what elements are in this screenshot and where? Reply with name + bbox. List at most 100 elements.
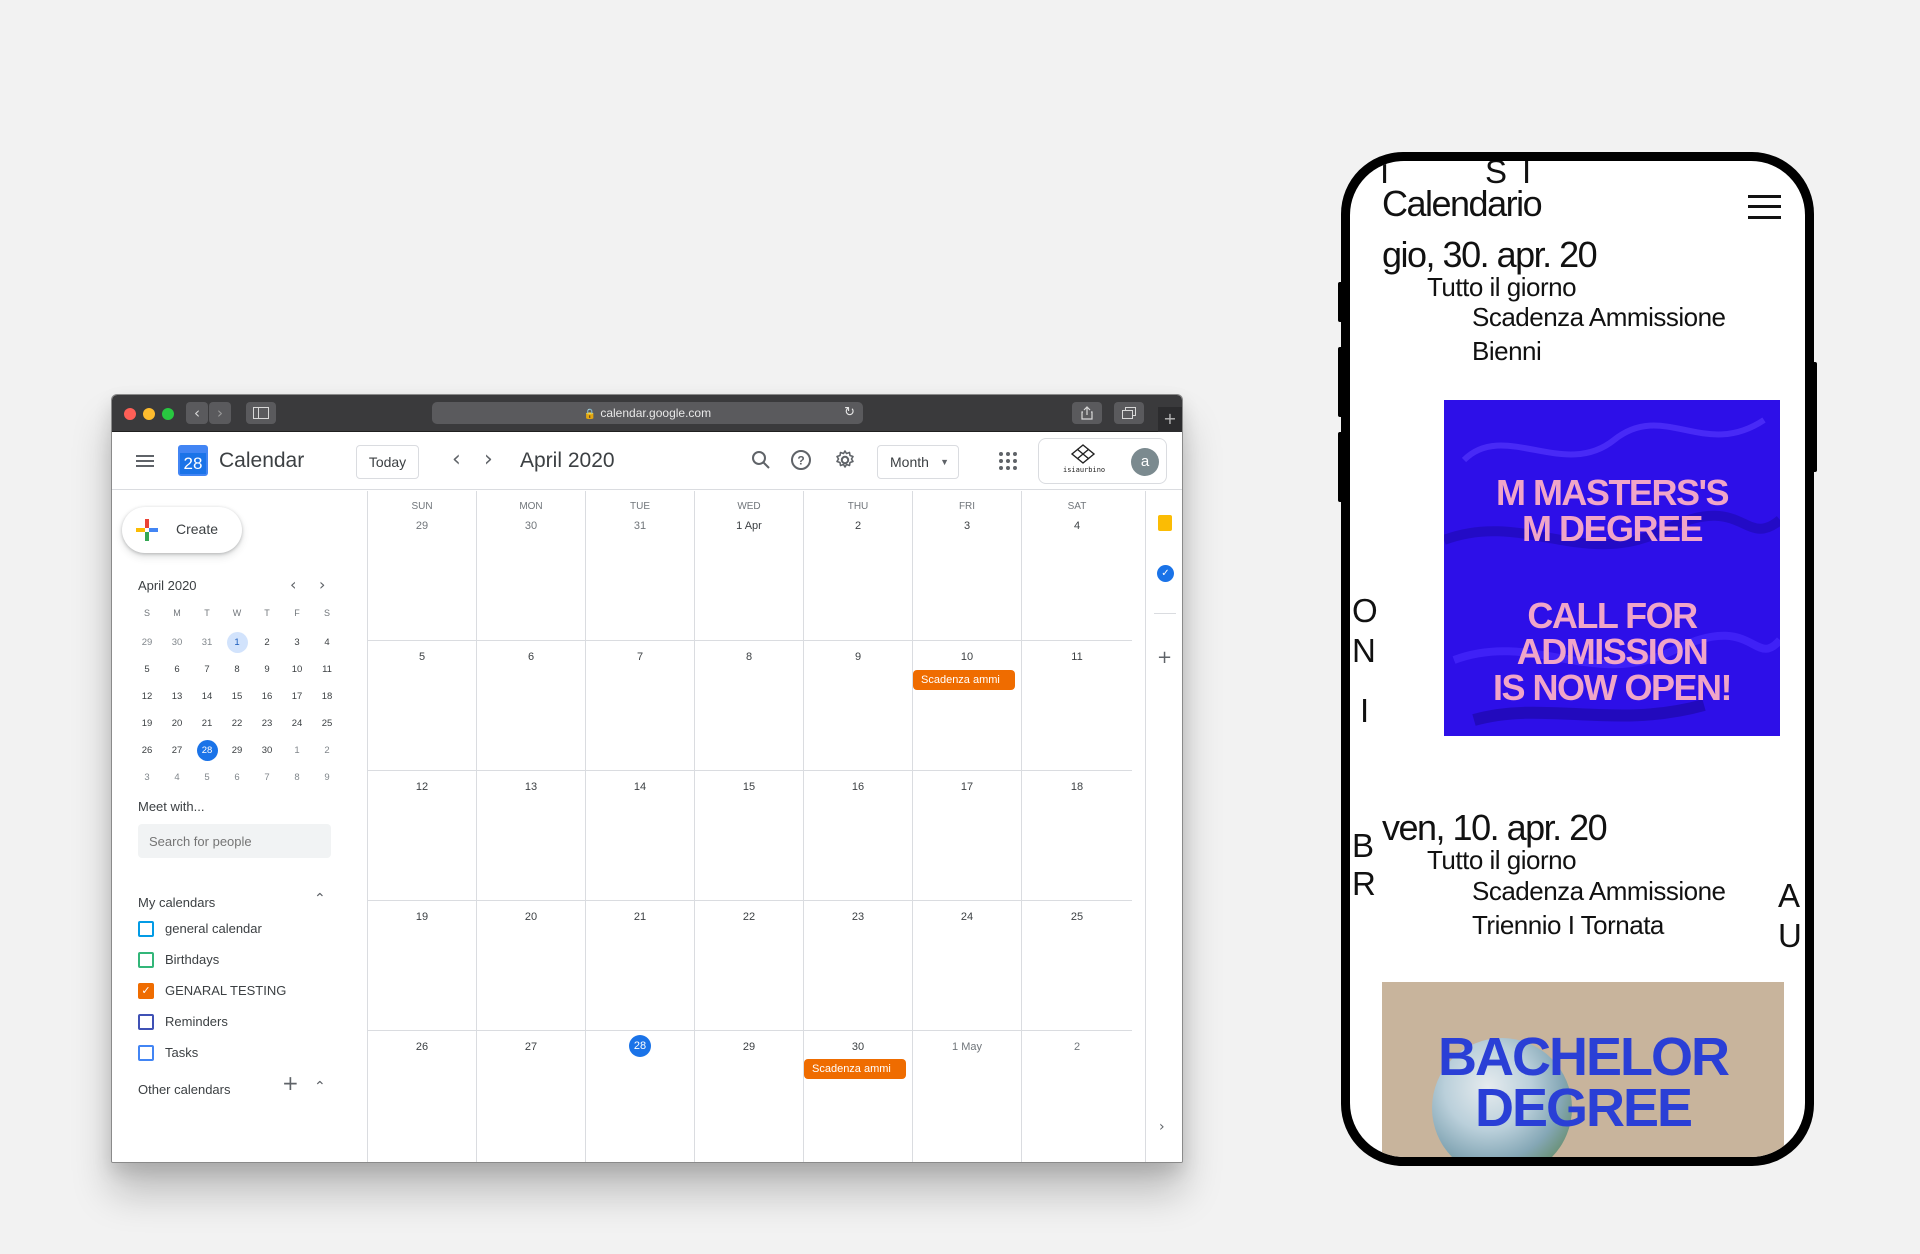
checkbox-unchecked[interactable] — [138, 1014, 154, 1030]
account-switcher[interactable]: isiaurbino a — [1038, 438, 1167, 484]
mini-day[interactable]: 27 — [162, 737, 192, 764]
mini-day-today[interactable]: 28 — [192, 737, 222, 764]
day-number[interactable]: 31 — [586, 520, 694, 532]
close-window-button[interactable] — [124, 408, 136, 420]
day-number[interactable]: 8 — [695, 651, 803, 663]
day-number[interactable]: 17 — [913, 781, 1021, 793]
day-cell[interactable]: 14 — [586, 771, 695, 901]
mini-day[interactable]: 18 — [312, 683, 342, 710]
day-number[interactable]: 2 — [804, 520, 912, 532]
create-button[interactable]: Create — [122, 507, 242, 553]
mini-day[interactable]: 15 — [222, 683, 252, 710]
day-cell[interactable]: 9 — [804, 641, 913, 771]
tabs-overview-button[interactable] — [1114, 402, 1144, 424]
mini-day[interactable]: 14 — [192, 683, 222, 710]
day-cell[interactable]: 15 — [695, 771, 804, 901]
mini-day[interactable]: 2 — [252, 629, 282, 656]
today-button[interactable]: Today — [356, 445, 419, 479]
day-number[interactable]: 27 — [477, 1041, 585, 1053]
day-cell[interactable]: MON 30 — [477, 491, 586, 641]
mini-day[interactable]: 24 — [282, 710, 312, 737]
mini-day[interactable]: 1 — [282, 737, 312, 764]
day-cell[interactable]: FRI 3 — [913, 491, 1022, 641]
address-bar[interactable]: 🔒 calendar.google.com ↻ — [432, 402, 863, 424]
previous-month-button[interactable]: ‹ — [452, 448, 461, 472]
minimize-window-button[interactable] — [143, 408, 155, 420]
day-cell[interactable]: 2 — [1022, 1031, 1132, 1162]
mini-day-selected[interactable]: 1 — [222, 629, 252, 656]
mini-day[interactable]: 8 — [222, 656, 252, 683]
mini-day[interactable]: 29 — [132, 629, 162, 656]
day-number[interactable]: 7 — [586, 651, 694, 663]
day-cell[interactable]: 26 — [368, 1031, 477, 1162]
day-cell[interactable]: SUN 29 — [368, 491, 477, 641]
day-number-today[interactable]: 28 — [586, 1035, 694, 1057]
mini-day[interactable]: 26 — [132, 737, 162, 764]
mini-day[interactable]: 17 — [282, 683, 312, 710]
day-cell[interactable]: 11 — [1022, 641, 1132, 771]
day-cell[interactable]: 5 — [368, 641, 477, 771]
day-number[interactable]: 13 — [477, 781, 585, 793]
day-number[interactable]: 23 — [804, 911, 912, 923]
mini-day[interactable]: 3 — [282, 629, 312, 656]
help-button[interactable]: ? — [789, 448, 813, 472]
mini-day[interactable]: 8 — [282, 764, 312, 791]
google-apps-icon[interactable] — [999, 452, 1017, 470]
mini-day[interactable]: 4 — [162, 764, 192, 791]
day-cell[interactable]: 6 — [477, 641, 586, 771]
checkbox-unchecked[interactable] — [138, 1045, 154, 1061]
day-number[interactable]: 15 — [695, 781, 803, 793]
mini-day[interactable]: 6 — [222, 764, 252, 791]
day-number[interactable]: 1 May — [913, 1041, 1021, 1053]
menu-icon[interactable] — [1748, 195, 1781, 219]
day-cell[interactable]: SAT 4 — [1022, 491, 1132, 641]
next-month-button[interactable]: › — [484, 448, 493, 472]
mini-day[interactable]: 9 — [312, 764, 342, 791]
mini-day[interactable]: 11 — [312, 656, 342, 683]
mini-day[interactable]: 4 — [312, 629, 342, 656]
mini-day[interactable]: 12 — [132, 683, 162, 710]
event-title-line[interactable]: Scadenza Ammissione — [1472, 874, 1726, 908]
mini-day[interactable]: 20 — [162, 710, 192, 737]
new-tab-button[interactable]: + — [1158, 407, 1182, 432]
mini-day[interactable]: 25 — [312, 710, 342, 737]
day-number[interactable]: 29 — [368, 520, 476, 532]
day-number[interactable]: 5 — [368, 651, 476, 663]
day-number[interactable]: 26 — [368, 1041, 476, 1053]
day-number[interactable]: 1 Apr — [695, 520, 803, 532]
mini-day[interactable]: 7 — [192, 656, 222, 683]
other-calendars-title[interactable]: Other calendars — [138, 1082, 231, 1097]
day-number[interactable]: 14 — [586, 781, 694, 793]
day-cell[interactable]: 27 — [477, 1031, 586, 1162]
mini-day[interactable]: 7 — [252, 764, 282, 791]
back-button[interactable]: ‹ — [186, 402, 208, 424]
event-title-line[interactable]: Scadenza Ammissione — [1472, 300, 1726, 334]
day-cell[interactable]: 18 — [1022, 771, 1132, 901]
day-cell[interactable]: 24 — [913, 901, 1022, 1031]
day-cell[interactable]: 21 — [586, 901, 695, 1031]
view-switcher-dropdown[interactable]: Month ▼ — [877, 445, 959, 479]
mini-day[interactable]: 2 — [312, 737, 342, 764]
mini-day[interactable]: 13 — [162, 683, 192, 710]
day-cell[interactable]: 10 Scadenza ammi — [913, 641, 1022, 771]
event-title-line[interactable]: Bienni — [1472, 334, 1542, 368]
settings-button[interactable] — [833, 448, 857, 472]
mini-day[interactable]: 9 — [252, 656, 282, 683]
mini-day[interactable]: 31 — [192, 629, 222, 656]
tasks-icon[interactable]: ✓ — [1157, 565, 1174, 582]
day-cell[interactable]: 20 — [477, 901, 586, 1031]
add-other-calendar-button[interactable]: + — [282, 1071, 299, 1095]
my-calendars-title[interactable]: My calendars — [138, 895, 215, 910]
day-cell[interactable]: 29 — [695, 1031, 804, 1162]
day-number[interactable]: 20 — [477, 911, 585, 923]
day-number[interactable]: 6 — [477, 651, 585, 663]
mini-day[interactable]: 16 — [252, 683, 282, 710]
mini-day[interactable]: 5 — [132, 656, 162, 683]
day-number[interactable]: 2 — [1022, 1041, 1132, 1053]
day-cell[interactable]: 30 Scadenza ammi — [804, 1031, 913, 1162]
mini-day[interactable]: 5 — [192, 764, 222, 791]
day-number[interactable]: 21 — [586, 911, 694, 923]
day-number[interactable]: 29 — [695, 1041, 803, 1053]
event-chip[interactable]: Scadenza ammi — [913, 670, 1015, 690]
event-chip[interactable]: Scadenza ammi — [804, 1059, 906, 1079]
